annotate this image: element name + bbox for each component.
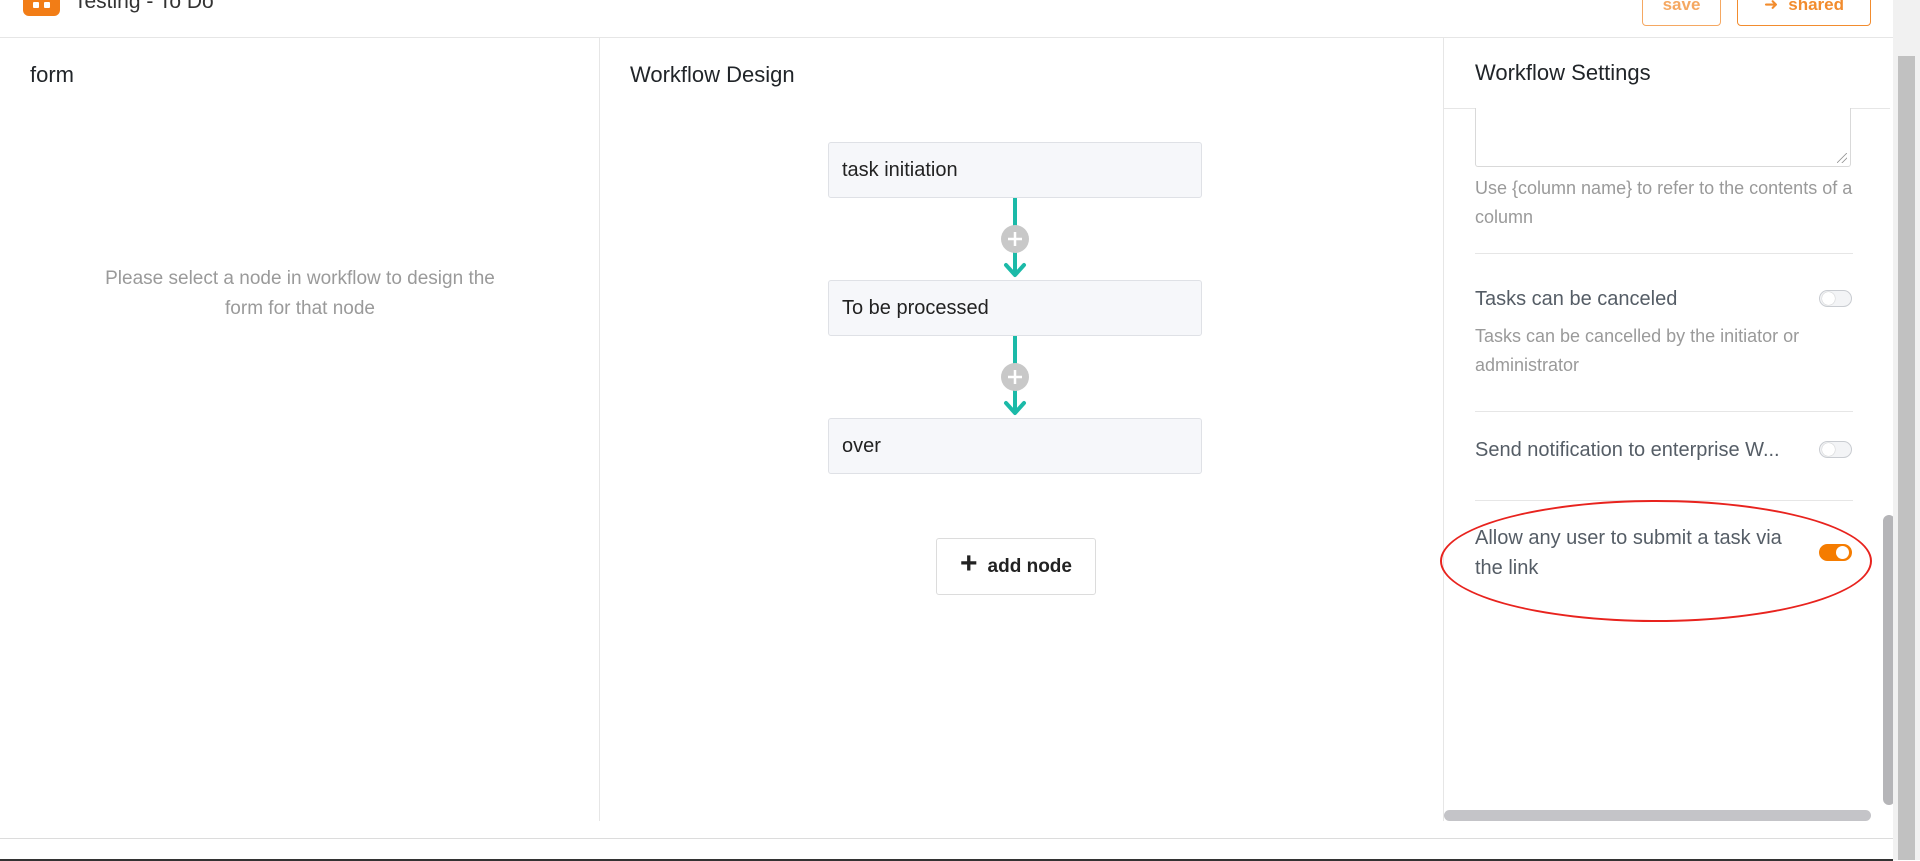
add-node-button[interactable]: + add node <box>936 538 1096 595</box>
resize-grip-icon[interactable] <box>1837 153 1847 163</box>
page-scrollbar-thumb[interactable] <box>1898 56 1915 860</box>
template-hint: Use {column name} to refer to the conten… <box>1475 178 1853 227</box>
workflow-connector <box>1001 198 1029 280</box>
shared-button[interactable]: ➜ shared <box>1737 0 1871 26</box>
form-panel-title: form <box>30 62 74 87</box>
document-title: Testing - To Do <box>74 0 214 13</box>
shared-button-label: shared <box>1788 0 1844 14</box>
workflow-settings-title: Workflow Settings <box>1475 60 1651 85</box>
horizontal-scrollbar[interactable] <box>1444 810 1871 821</box>
insert-node-plus-icon[interactable] <box>1001 363 1029 391</box>
insert-node-plus-icon[interactable] <box>1001 225 1029 253</box>
workflow-settings-panel: Workflow Settings Use {column name} to r… <box>1444 38 1895 821</box>
setting-label-send-notification: Send notification to enterprise W... <box>1475 439 1780 461</box>
bottom-bar <box>0 838 1893 861</box>
divider <box>1475 253 1853 254</box>
app-logo-icon[interactable] <box>23 0 60 16</box>
form-panel-hint: Please select a node in workflow to desi… <box>105 268 495 319</box>
workflow-design-title: Workflow Design <box>630 62 795 87</box>
title-template-textarea[interactable] <box>1475 108 1851 167</box>
divider <box>1475 411 1853 412</box>
workflow-connector <box>1001 336 1029 418</box>
workflow-settings-header: Workflow Settings <box>1444 38 1890 109</box>
workflow-node-label: over <box>842 434 881 457</box>
form-panel: form Please select a node in workflow to… <box>0 38 600 821</box>
workflow-node-label: task initiation <box>842 158 958 181</box>
workflow-node-to-be-processed[interactable]: To be processed <box>828 280 1202 336</box>
workflow-node-label: To be processed <box>842 296 989 319</box>
tasks-cancel-toggle[interactable] <box>1819 290 1852 307</box>
workflow-node-over[interactable]: over <box>828 418 1202 474</box>
setting-label-tasks-cancel: Tasks can be canceled <box>1475 288 1678 310</box>
plus-icon: + <box>960 546 978 580</box>
add-node-label: add node <box>987 555 1072 577</box>
annotation-ellipse <box>1440 500 1872 622</box>
top-bar: Testing - To Do save ➜ shared <box>0 0 1920 38</box>
send-notification-toggle[interactable] <box>1819 441 1852 458</box>
workflow-design-panel: Workflow Design task initiation To be pr… <box>600 38 1444 821</box>
share-icon: ➜ <box>1764 0 1779 14</box>
workflow-node-task-initiation[interactable]: task initiation <box>828 142 1202 198</box>
setting-description-tasks-cancel: Tasks can be cancelled by the initiator … <box>1475 326 1800 375</box>
save-button[interactable]: save <box>1642 0 1721 26</box>
save-button-label: save <box>1662 0 1701 14</box>
